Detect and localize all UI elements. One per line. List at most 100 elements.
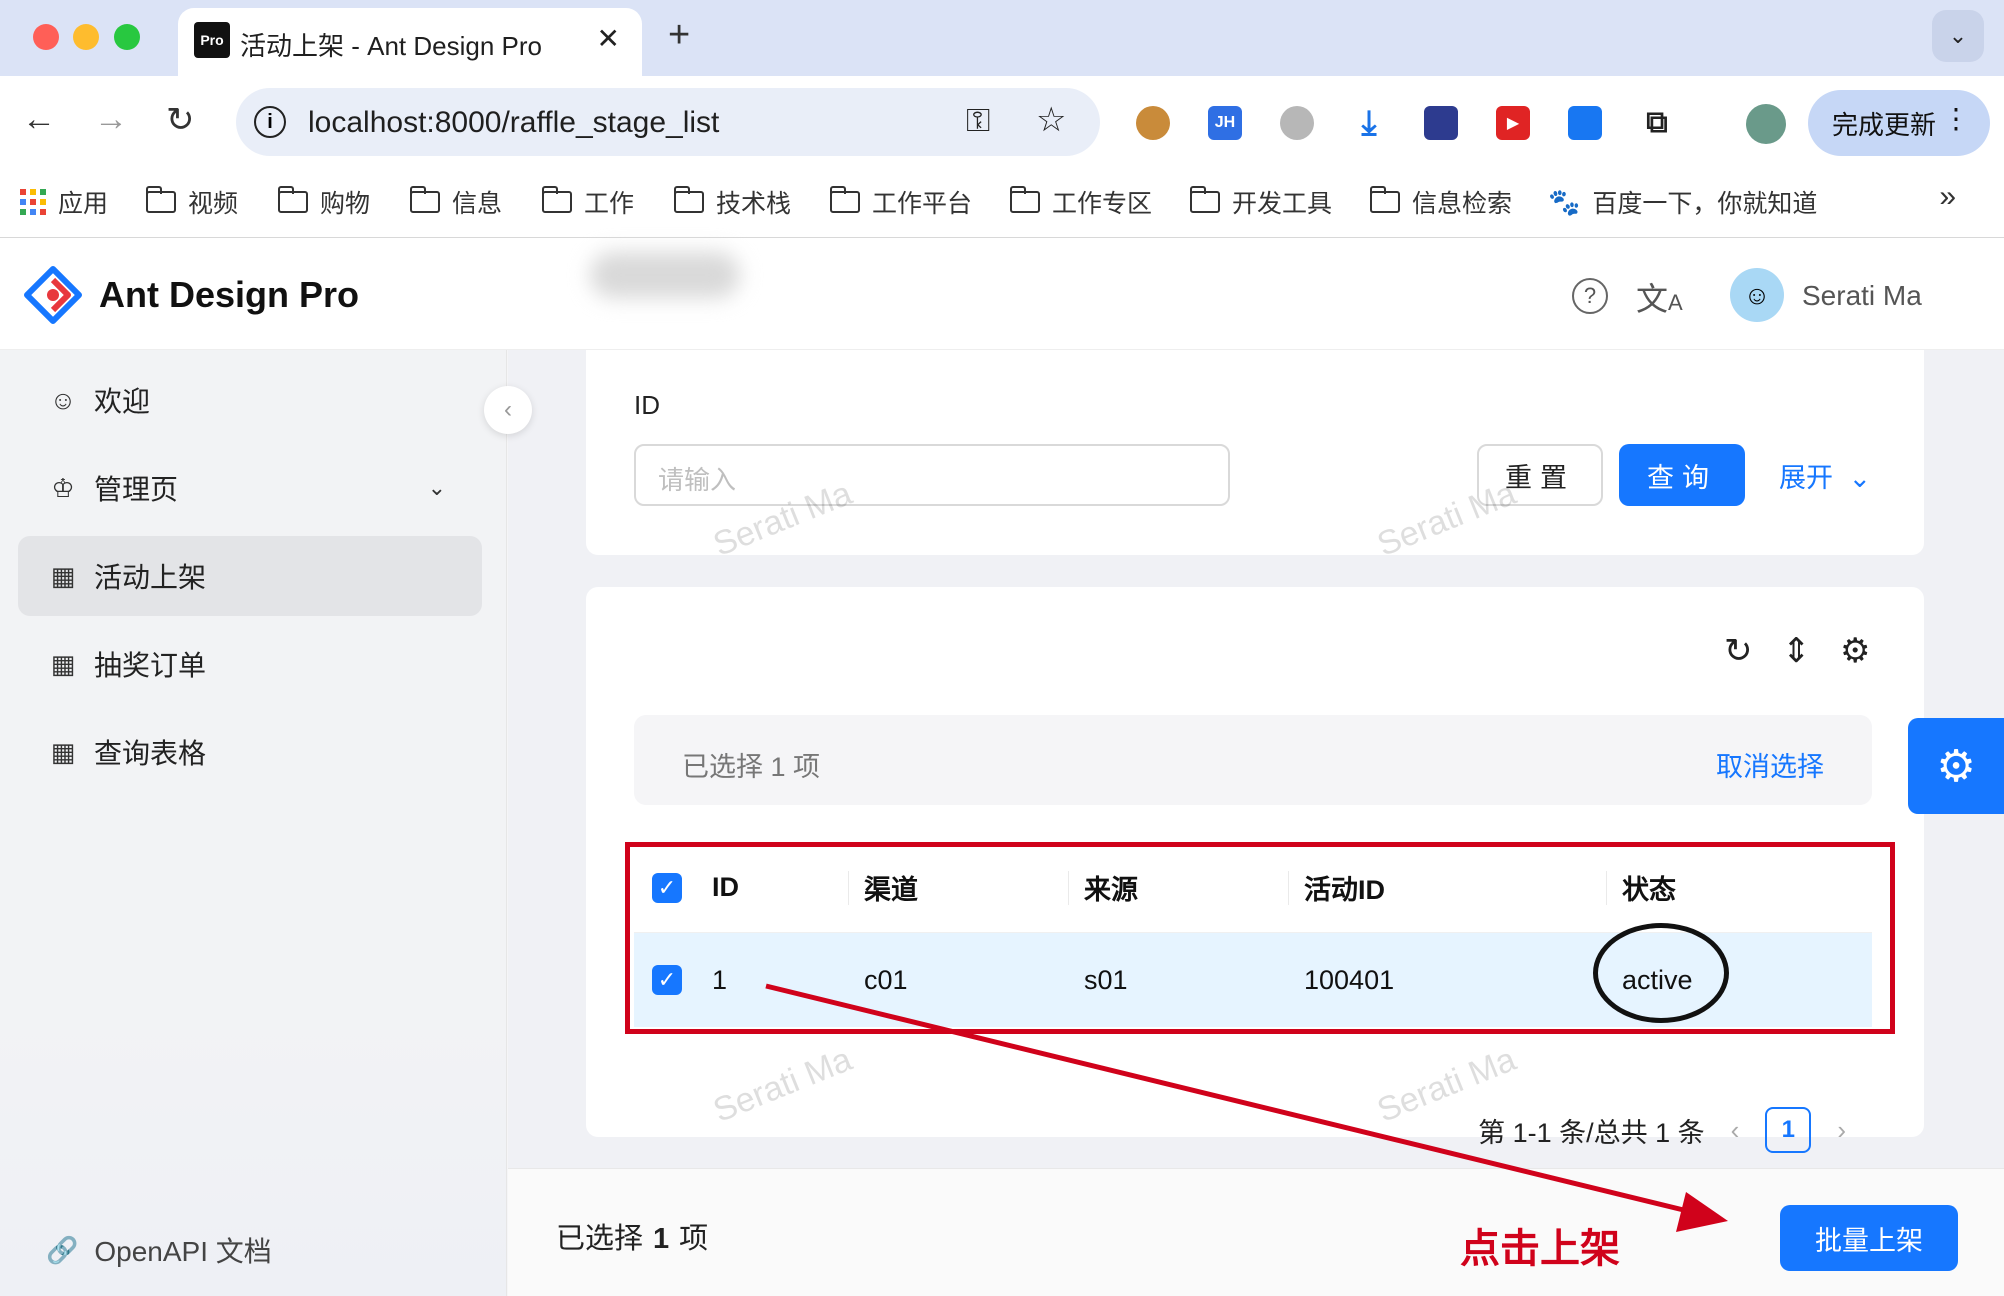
page-number-button[interactable]: 1 [1765,1107,1812,1153]
bookmark-folder[interactable]: 购物 [277,184,370,220]
bookmark-star-icon[interactable]: ☆ [1036,100,1066,140]
bookmark-label: 工作 [584,190,635,218]
folder-icon [145,186,176,213]
sidebar-item-raffle-orders[interactable]: ▦ 抽奖订单 [18,624,482,704]
select-all-checkbox[interactable]: ✓ [652,843,682,932]
expand-label: 展开 [1779,463,1833,493]
bookmark-folder[interactable]: 开发工具 [1189,184,1332,220]
bookmarks-overflow-icon[interactable]: » [1939,180,1956,214]
table-header-row: ✓ ID 渠道 来源 活动ID 状态 [634,843,1872,933]
expand-button[interactable]: 展开 ⌄ [1779,456,1871,495]
bookmark-label: 视频 [188,190,239,218]
address-url[interactable]: localhost:8000/raffle_stage_list [308,106,719,140]
folder-icon [829,186,860,213]
sidebar-item-raffle-stage[interactable]: ▦ 活动上架 [18,536,482,616]
bookmark-label: 工作平台 [872,190,973,218]
reset-button[interactable]: 重置 [1477,444,1603,506]
folder-icon [409,186,440,213]
cancel-selection-link[interactable]: 取消选择 [1716,745,1824,784]
table-icon: ▦ [50,736,76,767]
column-header-activity-id[interactable]: 活动ID [1304,843,1385,932]
address-bar[interactable]: i localhost:8000/raffle_stage_list ⚿ ☆ [236,88,1100,156]
palette-extension-icon[interactable] [1424,106,1458,140]
bookmark-folder[interactable]: 信息 [409,184,502,220]
bookmark-folder[interactable]: 工作平台 [829,184,973,220]
sidebar-collapse-button[interactable]: ‹ [484,386,532,434]
new-tab-icon[interactable]: + [668,14,690,57]
bookmark-folder[interactable]: 工作 [541,184,635,220]
bookmarks-bar: 应用 视频 购物 信息 工作 技术栈 工作平台 工作专区 开发工具 信息检索 🐾… [0,166,2004,238]
cookie-extension-icon[interactable] [1136,106,1170,140]
screen-extension-icon[interactable] [1568,106,1602,140]
batch-publish-button[interactable]: 批量上架 [1780,1205,1958,1271]
reload-icon[interactable]: ↻ [166,100,195,140]
sidebar-item-query-table[interactable]: ▦ 查询表格 [18,712,482,792]
back-arrow-icon[interactable]: ← [22,100,56,139]
update-button[interactable]: 完成更新 ⋮ [1808,90,1990,156]
app-header: Ant Design Pro ? 文A ☺ Serati Ma [0,238,2004,350]
tab-search-chevron-icon[interactable]: ⌄ [1932,10,1984,62]
column-header-channel[interactable]: 渠道 [864,843,918,932]
bookmark-folder[interactable]: 视频 [145,184,239,220]
window-minimize-button[interactable] [73,24,99,50]
table-card: ↻ ⇕ ⚙ 已选择 1 项 取消选择 ✓ ID 渠道 来源 活动ID 状态 ✓ [586,587,1924,1153]
column-header-source[interactable]: 来源 [1084,843,1138,932]
next-page-icon[interactable]: › [1837,1115,1846,1146]
download-icon[interactable]: ⤓ [1352,104,1386,142]
pagination-summary: 第 1-1 条/总共 1 条 [1478,1117,1705,1148]
column-divider [1288,871,1289,905]
bookmark-folder[interactable]: 信息检索 [1369,184,1513,220]
translate-icon[interactable]: 文A [1636,274,1683,320]
prev-page-icon[interactable]: ‹ [1731,1115,1740,1146]
setting-drawer-gear-icon[interactable]: ⚙ [1908,718,2004,814]
sidebar-item-admin[interactable]: ♔ 管理页 ⌄ [18,448,482,528]
site-info-icon[interactable]: i [254,106,286,138]
sidebar-item-label: 查询表格 [94,738,207,769]
more-menu-icon: ⋮ [1942,103,1970,134]
bookmark-baidu[interactable]: 🐾 百度一下，你就知道 [1548,184,1817,220]
blurred-element [590,252,740,298]
sidebar-item-welcome[interactable]: ☺ 欢迎 [18,360,482,440]
search-form-card: ID 请输入 重置 查询 展开 ⌄ [586,350,1924,555]
password-key-icon[interactable]: ⚿ [966,102,990,140]
link-icon: 🔗 [46,1234,79,1265]
query-button[interactable]: 查询 [1619,444,1745,506]
shield-extension-icon[interactable] [1280,106,1314,140]
bookmark-folder[interactable]: 工作专区 [1009,184,1152,220]
table-row[interactable]: ✓ 1 c01 s01 100401 active [634,933,1872,1027]
profile-avatar-icon[interactable] [1746,104,1786,144]
id-input[interactable]: 请输入 [634,444,1230,506]
window-zoom-button[interactable] [114,24,140,50]
chevron-down-icon: ⌄ [1848,463,1872,493]
folder-icon [1369,186,1400,213]
sidebar-item-label: 管理页 [94,474,179,505]
youtube-extension-icon[interactable]: ▶ [1496,106,1530,140]
user-avatar[interactable]: ☺ [1730,268,1784,322]
folder-icon [673,186,704,213]
forward-arrow-icon[interactable]: → [94,100,128,139]
bookmark-label: 信息检索 [1412,190,1513,218]
column-divider [848,871,849,905]
column-header-id[interactable]: ID [712,843,739,932]
selection-alert: 已选择 1 项 取消选择 [634,715,1872,805]
extensions-puzzle-icon[interactable]: ⧉ [1640,106,1674,140]
column-height-icon[interactable]: ⇕ [1782,631,1811,671]
reload-icon[interactable]: ↻ [1724,631,1753,671]
window-close-button[interactable] [33,24,59,50]
pagination: 第 1-1 条/总共 1 条 ‹ 1 › [1478,1107,1846,1153]
bookmark-apps[interactable]: 应用 [20,184,108,220]
jh-extension-icon[interactable]: JH [1208,106,1242,140]
question-circle-icon[interactable]: ? [1572,278,1608,314]
app-title: Ant Design Pro [99,274,360,315]
tab-close-icon[interactable]: ✕ [597,22,620,55]
footer-toolbar: 已选择 1 项 批量上架 [508,1168,2004,1296]
column-header-status[interactable]: 状态 [1622,843,1676,932]
openapi-docs-link[interactable]: 🔗 OpenAPI 文档 [46,1230,272,1270]
user-name[interactable]: Serati Ma [1802,280,1922,312]
bookmark-folder[interactable]: 技术栈 [673,184,791,220]
browser-tab[interactable]: Pro 活动上架 - Ant Design Pro ✕ [178,8,642,76]
table-icon: ▦ [50,648,76,679]
settings-gear-icon[interactable]: ⚙ [1840,631,1870,671]
cell-activity-id: 100401 [1304,964,1395,995]
row-checkbox[interactable]: ✓ [652,933,682,1027]
